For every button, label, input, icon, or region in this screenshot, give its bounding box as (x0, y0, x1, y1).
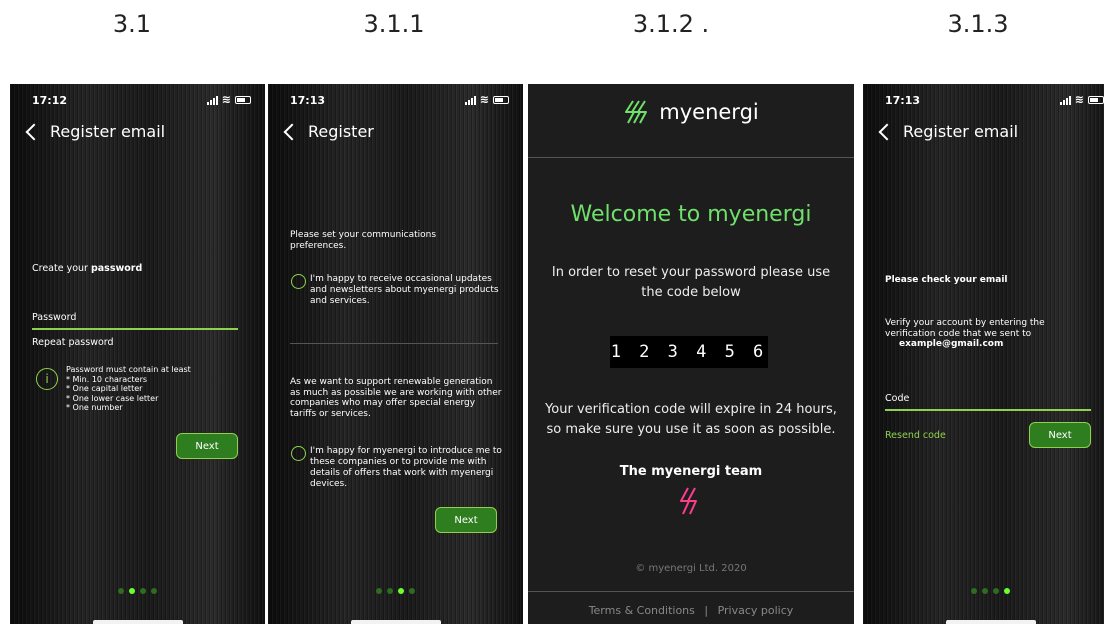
next-button[interactable]: Next (435, 507, 497, 533)
step-label-3-1: 3.1 (112, 10, 152, 38)
page-dot (151, 588, 157, 594)
screen-title: Register email (50, 122, 166, 141)
email-header-brand: myenergi (528, 98, 854, 126)
reset-intro: In order to reset your password please u… (551, 265, 831, 300)
communications-text: Please set your communications preferenc… (290, 230, 437, 251)
rule-item: * One number (66, 403, 123, 412)
screen-title: Register email (903, 122, 1019, 141)
status-bar: 17:13 ≋ (290, 94, 509, 108)
back-chevron-icon[interactable] (283, 123, 301, 140)
rule-item: * One capital letter (66, 384, 143, 393)
step-label-3-1-2: 3.1.2 . (632, 10, 710, 38)
verification-code: 1 2 3 4 5 6 (610, 336, 768, 368)
code-field-label[interactable]: Code (885, 393, 909, 405)
newsletter-radio[interactable] (291, 274, 306, 289)
email-address: example@gmail.com (899, 339, 1004, 349)
introduction-radio[interactable] (291, 446, 306, 461)
info-icon: i (36, 368, 58, 390)
signal-icon (1059, 95, 1071, 105)
home-indicator (92, 620, 183, 624)
resend-code-link[interactable]: Resend code (885, 430, 946, 442)
footer-divider (528, 591, 854, 592)
password-field-label[interactable]: Password (32, 312, 76, 324)
status-bar: 17:13 ≋ (885, 94, 1104, 108)
wifi-icon: ≋ (221, 93, 231, 106)
phone-screen-verify: 17:13 ≋ Register email Please check your… (863, 84, 1104, 624)
rule-item: * Min. 10 characters (66, 374, 148, 384)
myenergi-logo-icon (625, 100, 648, 124)
signal-icon (206, 95, 218, 105)
status-icons: ≋ (1059, 93, 1104, 106)
wifi-icon: ≋ (479, 93, 489, 106)
status-icons: ≋ (464, 93, 509, 106)
battery-icon (493, 96, 509, 104)
wifi-icon: ≋ (1074, 93, 1084, 106)
home-indicator (945, 620, 1036, 624)
back-chevron-icon[interactable] (25, 123, 43, 140)
next-button[interactable]: Next (1029, 422, 1091, 448)
footer-links: Terms & Conditions | Privacy policy (528, 604, 854, 617)
step-label-3-1-1: 3.1.1 (363, 10, 425, 38)
nav-header: Register (282, 122, 374, 141)
page-dot-active (1004, 588, 1010, 594)
password-field-underline (32, 328, 238, 330)
page-dot-active (129, 588, 135, 594)
create-bold: password (90, 263, 143, 274)
nav-header: Register email (24, 122, 165, 141)
signal-icon (464, 95, 476, 105)
support-text: As we want to support renewable generati… (290, 377, 502, 419)
team-signature: The myenergi team (619, 464, 763, 479)
terms-link[interactable]: Terms & Conditions (589, 604, 695, 617)
page-dots (268, 588, 523, 594)
expiry-text: Your verification code will expire in 24… (545, 402, 837, 437)
status-time: 17:12 (32, 94, 68, 107)
home-indicator (350, 620, 441, 624)
page-dots (10, 588, 265, 594)
code-field-underline (885, 409, 1091, 411)
newsletter-option-text: I'm happy to receive occasional updates … (310, 274, 499, 306)
page-dot (376, 588, 382, 594)
page-dot (982, 588, 988, 594)
privacy-link[interactable]: Privacy policy (718, 604, 794, 617)
status-time: 17:13 (290, 94, 326, 107)
rule-item: * One lower case letter (66, 393, 159, 403)
page-dot (409, 588, 415, 594)
create-password-heading: Create your password (32, 263, 142, 275)
back-chevron-icon[interactable] (878, 123, 896, 140)
status-icons: ≋ (206, 93, 251, 106)
status-bar: 17:12 ≋ (32, 94, 251, 108)
create-prefix: Create your (32, 263, 91, 274)
introduction-option-text: I'm happy for myenergi to introduce me t… (310, 446, 502, 489)
page-dot (971, 588, 977, 594)
rules-intro: Password must contain at least (66, 365, 191, 374)
password-rules: Password must contain at least * Min. 10… (66, 365, 191, 413)
footer-separator: | (704, 604, 709, 617)
verify-message: Verify your account by entering the veri… (885, 318, 1045, 339)
section-divider (290, 343, 498, 344)
page-dot (387, 588, 393, 594)
phone-screen-preferences: 17:13 ≋ Register Please set your communi… (268, 84, 523, 624)
step-label-3-1-3: 3.1.3 (947, 10, 1009, 38)
page-dot-active (398, 588, 404, 594)
page-dot (140, 588, 146, 594)
page-dot (118, 588, 124, 594)
repeat-password-field-label[interactable]: Repeat password (32, 337, 114, 349)
check-email-heading: Please check your email (885, 275, 1008, 285)
next-button[interactable]: Next (176, 433, 238, 459)
phone-screen-password: 17:12 ≋ Register email Create your passw… (10, 84, 265, 624)
brand-name: myenergi (659, 100, 759, 124)
page-dot (993, 588, 999, 594)
copyright: © myenergi Ltd. 2020 (635, 563, 747, 574)
battery-icon (1088, 96, 1104, 104)
welcome-heading: Welcome to myenergi (570, 202, 812, 227)
nav-header: Register email (877, 122, 1018, 141)
verify-text: Verify your account by entering the veri… (885, 318, 1085, 350)
page-dots (863, 588, 1104, 594)
status-time: 17:13 (885, 94, 921, 107)
screen-title: Register (308, 122, 374, 141)
myenergi-pink-logo-icon (680, 487, 697, 515)
verification-email: myenergi Welcome to myenergi In order to… (528, 84, 854, 624)
header-divider (528, 157, 854, 158)
battery-icon (235, 96, 251, 104)
